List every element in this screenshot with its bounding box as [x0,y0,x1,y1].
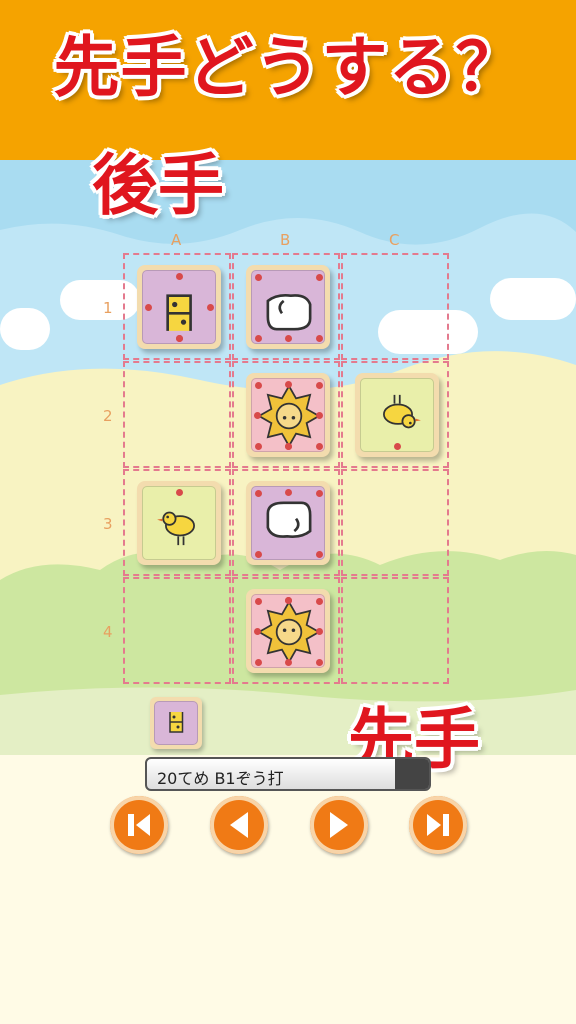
gote-label: 後手 [92,147,224,224]
move-dot [316,551,323,558]
move-dot [255,382,262,389]
game-board: A B C 1 2 3 4 [103,231,450,686]
move-dot [255,335,262,342]
lion-icon [257,384,321,448]
move-bar-handle[interactable] [395,759,429,789]
piece-lion[interactable] [246,373,330,457]
previous-move-button[interactable] [210,796,268,854]
board-cell-a2[interactable] [123,361,231,468]
move-dot [285,489,292,496]
move-dot [285,335,292,342]
hand-piece-face [154,701,198,745]
first-move-button[interactable] [110,796,168,854]
move-text: 20てめ B1ぞう打 [157,769,284,788]
move-dot [255,551,262,558]
elephant-icon [266,501,312,538]
piece-face [251,486,325,560]
move-dot [394,443,401,450]
chick-icon [157,511,195,546]
board-cell-c1[interactable] [341,253,449,360]
move-dot [176,273,183,280]
piece-elephant[interactable] [246,265,330,349]
move-dot [254,412,261,419]
giraffe-icon [169,712,184,733]
piece-face [251,270,325,344]
move-dot [145,304,152,311]
last-move-icon [427,814,449,836]
board-cell-c3[interactable] [341,469,449,576]
piece-chick[interactable] [137,481,221,565]
piece-face [142,270,216,344]
move-dot [316,490,323,497]
move-dot [254,628,261,635]
move-dot [285,443,292,450]
board-cell-a4[interactable] [123,577,231,684]
top-banner: 先手どうする？ [0,0,576,160]
piece-giraffe[interactable] [137,265,221,349]
piece-lion[interactable] [246,589,330,673]
next-move-button[interactable] [310,796,368,854]
move-dot [255,490,262,497]
first-move-icon [128,814,150,836]
move-dot [176,335,183,342]
hand-piece-giraffe[interactable] [150,697,202,749]
column-label: A [171,231,182,249]
column-label: C [389,231,400,249]
banner-title: 先手どうする？ [53,29,523,106]
move-dot [316,274,323,281]
move-dot [255,598,262,605]
row-label: 2 [103,407,113,425]
move-dot [176,489,183,496]
move-dot [316,382,323,389]
piece-face [360,378,434,452]
elephant-icon [266,294,312,331]
chick-icon [383,394,421,429]
move-dot [316,628,323,635]
piece-face [142,486,216,560]
last-move-button[interactable] [409,796,467,854]
board-cell-c4[interactable] [341,577,449,684]
move-dot [316,659,323,666]
cloud [490,278,576,320]
move-dot [316,335,323,342]
move-dot [255,659,262,666]
move-history-bar[interactable]: 20てめ B1ぞう打 [145,757,431,791]
previous-move-icon [230,812,248,838]
row-label: 4 [103,623,113,641]
cloud [0,308,50,350]
move-dot [316,412,323,419]
move-dot [207,304,214,311]
row-label: 1 [103,299,113,317]
giraffe-icon [166,294,192,331]
move-dot [316,443,323,450]
piece-chick[interactable] [355,373,439,457]
lion-icon [257,600,321,664]
piece-face [251,594,325,668]
next-move-icon [330,812,348,838]
move-dot [285,659,292,666]
column-label: B [280,231,291,249]
move-dot [255,274,262,281]
move-dot [316,598,323,605]
move-dot [255,443,262,450]
piece-face [251,378,325,452]
move-dot [285,597,292,604]
row-label: 3 [103,515,113,533]
move-dot [285,381,292,388]
piece-elephant[interactable] [246,481,330,565]
